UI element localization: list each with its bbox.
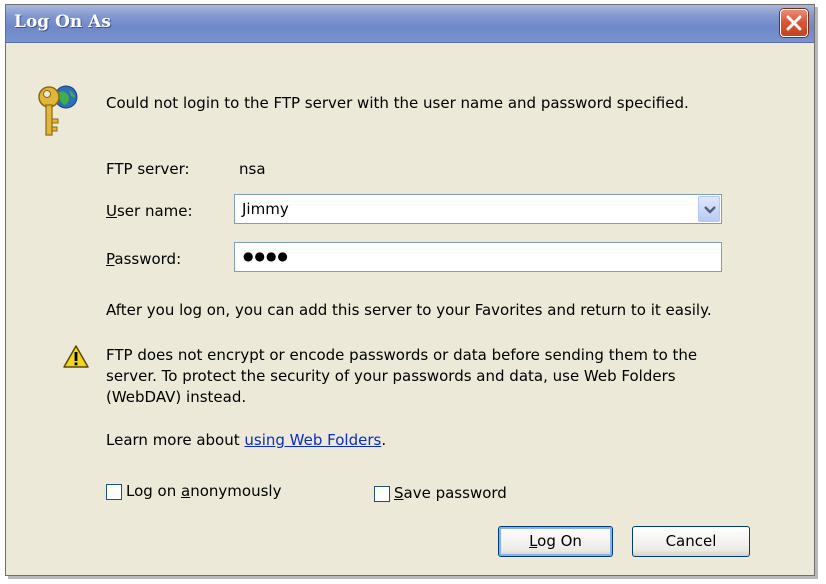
anonymous-mnemonic: a [181, 482, 191, 500]
close-icon [786, 15, 802, 31]
warning-icon [63, 345, 89, 368]
error-message: Could not login to the FTP server with t… [106, 94, 689, 112]
key-globe-icon [38, 85, 78, 136]
log-on-mnemonic: L [529, 532, 538, 550]
learn-more-prefix: Learn more about [106, 431, 245, 449]
window-title: Log On As [14, 12, 111, 32]
user-name-label: User name: [106, 202, 193, 220]
chevron-down-icon [704, 206, 716, 214]
anonymous-label-rest: nonymously [190, 482, 282, 500]
anonymous-label[interactable]: Log on anonymously [126, 482, 281, 500]
ftp-server-value: nsa [239, 160, 266, 178]
password-value: ●●●● [243, 249, 289, 263]
user-name-label-text: ser name: [116, 202, 193, 220]
web-folders-link[interactable]: using Web Folders [244, 431, 381, 449]
save-password-mnemonic: S [394, 484, 404, 502]
learn-more-text: Learn more about using Web Folders. [106, 431, 386, 449]
log-on-button[interactable]: Log On [498, 526, 613, 557]
log-on-as-dialog: Log On As Could not login to the FTP ser… [5, 4, 815, 576]
save-password-checkbox[interactable] [374, 486, 390, 502]
password-field[interactable]: ●●●● [234, 242, 722, 272]
learn-more-suffix: . [381, 431, 387, 449]
title-bar[interactable]: Log On As [6, 5, 814, 43]
favorites-info-text: After you log on, you can add this serve… [106, 301, 712, 319]
user-name-value: Jimmy [242, 200, 289, 218]
log-on-button-label: og On [537, 532, 582, 550]
close-button[interactable] [780, 9, 808, 37]
password-label: Password: [106, 250, 181, 268]
anonymous-checkbox[interactable] [106, 484, 122, 500]
anonymous-label-prefix: Log on [126, 482, 182, 500]
ftp-security-warning: FTP does not encrypt or encode passwords… [106, 346, 698, 406]
save-password-label[interactable]: Save password [394, 484, 507, 502]
ftp-server-label: FTP server: [106, 160, 190, 178]
user-name-combobox[interactable]: Jimmy [234, 194, 722, 224]
user-name-mnemonic: U [106, 202, 117, 220]
cancel-button[interactable]: Cancel [632, 526, 750, 557]
password-label-text: assword: [114, 250, 182, 268]
save-password-label-rest: ave password [403, 484, 507, 502]
user-name-dropdown-button[interactable] [698, 196, 720, 222]
